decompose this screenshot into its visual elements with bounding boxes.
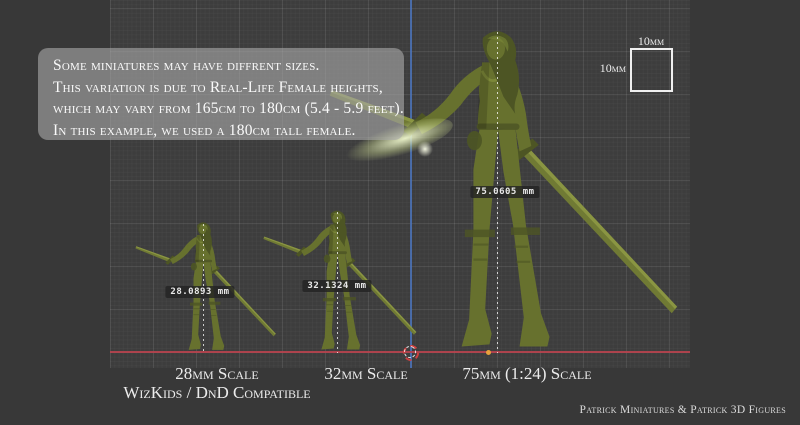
caption-75mm: 75mm (1:24) Scale bbox=[462, 365, 591, 384]
caption-28mm-subtitle: WizKids / DnD Compatible bbox=[123, 384, 310, 403]
info-line-1: Some miniatures may have diffrent sizes. bbox=[53, 55, 404, 77]
sword-glow-core bbox=[417, 141, 433, 157]
ref-square-side-label: 10mm bbox=[598, 61, 626, 76]
3d-viewport[interactable]: 28.0893 mm 32.1324 mm 75.0605 mm Some mi… bbox=[0, 0, 800, 425]
10mm-reference-square bbox=[630, 48, 673, 92]
object-origin-dot bbox=[486, 350, 491, 355]
measurement-label-28mm: 28.0893 mm bbox=[165, 286, 234, 298]
info-line-4: In this example, we used a 180cm tall fe… bbox=[53, 120, 404, 142]
caption-28mm: 28mm Scale WizKids / DnD Compatible bbox=[123, 365, 310, 402]
caption-32mm: 32mm Scale bbox=[324, 365, 407, 384]
3d-cursor-icon[interactable] bbox=[403, 345, 419, 361]
info-line-2: This variation is due to Real-Life Femal… bbox=[53, 77, 404, 99]
measurement-label-75mm: 75.0605 mm bbox=[470, 186, 539, 198]
caption-28mm-title: 28mm Scale bbox=[123, 365, 310, 384]
ref-square-top-label: 10mm bbox=[638, 34, 664, 49]
measurement-label-32mm: 32.1324 mm bbox=[302, 280, 371, 292]
info-box: Some miniatures may have diffrent sizes.… bbox=[38, 48, 404, 140]
info-line-3: which may vary from 165cm to 180cm (5.4 … bbox=[53, 98, 404, 120]
watermark: Patrick Miniatures & Patrick 3D Figures bbox=[580, 404, 787, 416]
